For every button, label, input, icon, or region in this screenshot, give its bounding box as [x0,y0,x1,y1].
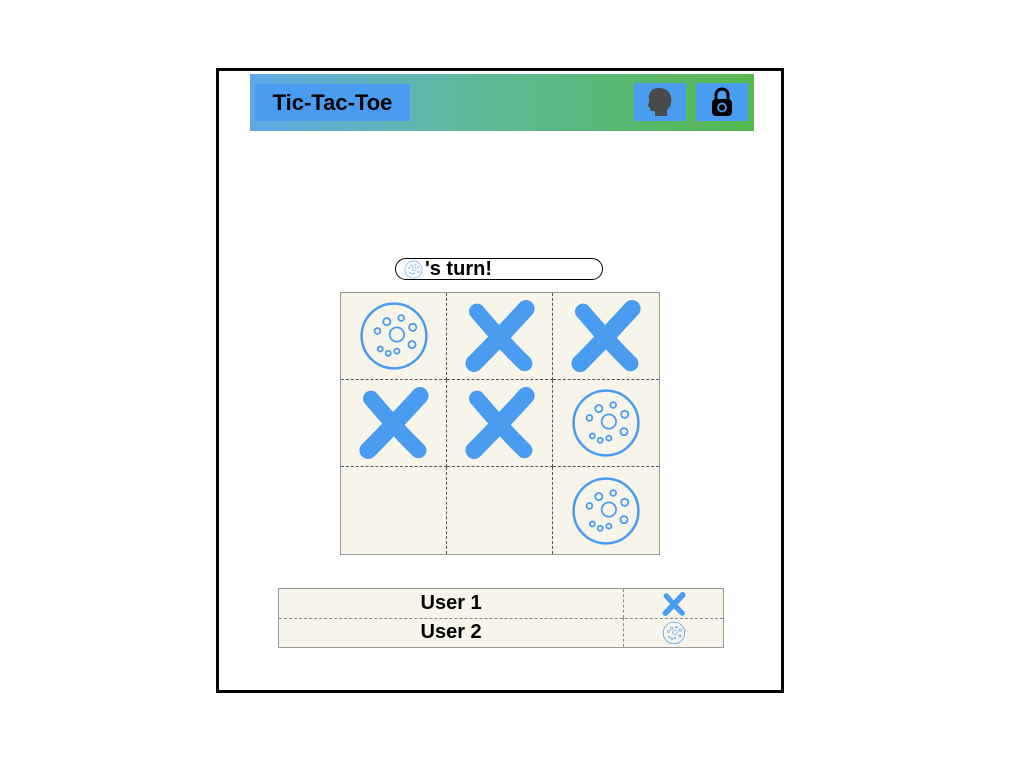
o-marker-icon [570,475,642,547]
board-cell-3-2[interactable] [447,467,553,554]
board-cell-2-3[interactable] [553,380,659,467]
o-marker-icon [358,300,430,372]
board-cell-2-2[interactable] [447,380,553,467]
user-head-icon [648,88,672,116]
x-marker-icon [662,591,686,616]
x-marker-icon [358,387,430,459]
x-marker-icon [464,387,536,459]
user-button[interactable] [634,83,686,121]
board-cell-1-3[interactable] [553,293,659,380]
padlock-icon [712,87,732,116]
app-title: Tic-Tac-Toe [255,84,410,121]
o-marker-icon [570,387,642,459]
player-name: User 2 [279,618,625,647]
game-board [340,292,660,555]
players-table: User 1 User 2 [278,588,724,648]
app-frame: Tic-Tac-Toe 's turn! User 1 User 2 [216,68,784,693]
player-name: User 1 [279,589,625,618]
board-cell-2-1[interactable] [341,380,447,467]
x-marker-icon [464,300,536,372]
player-row: User 1 [279,589,723,619]
lock-button[interactable] [696,83,748,121]
player-marker [624,589,723,618]
player-marker [624,618,723,647]
app-header: Tic-Tac-Toe [250,74,754,131]
turn-text: 's turn! [425,258,492,280]
o-marker-icon [662,621,686,645]
board-cell-3-3[interactable] [553,467,659,554]
board-cell-1-2[interactable] [447,293,553,380]
x-marker-icon [570,300,642,372]
board-cell-1-1[interactable] [341,293,447,380]
turn-marker-icon [404,260,423,279]
board-cell-3-1[interactable] [341,467,447,554]
player-row: User 2 [279,618,723,647]
turn-indicator: 's turn! [395,258,603,280]
